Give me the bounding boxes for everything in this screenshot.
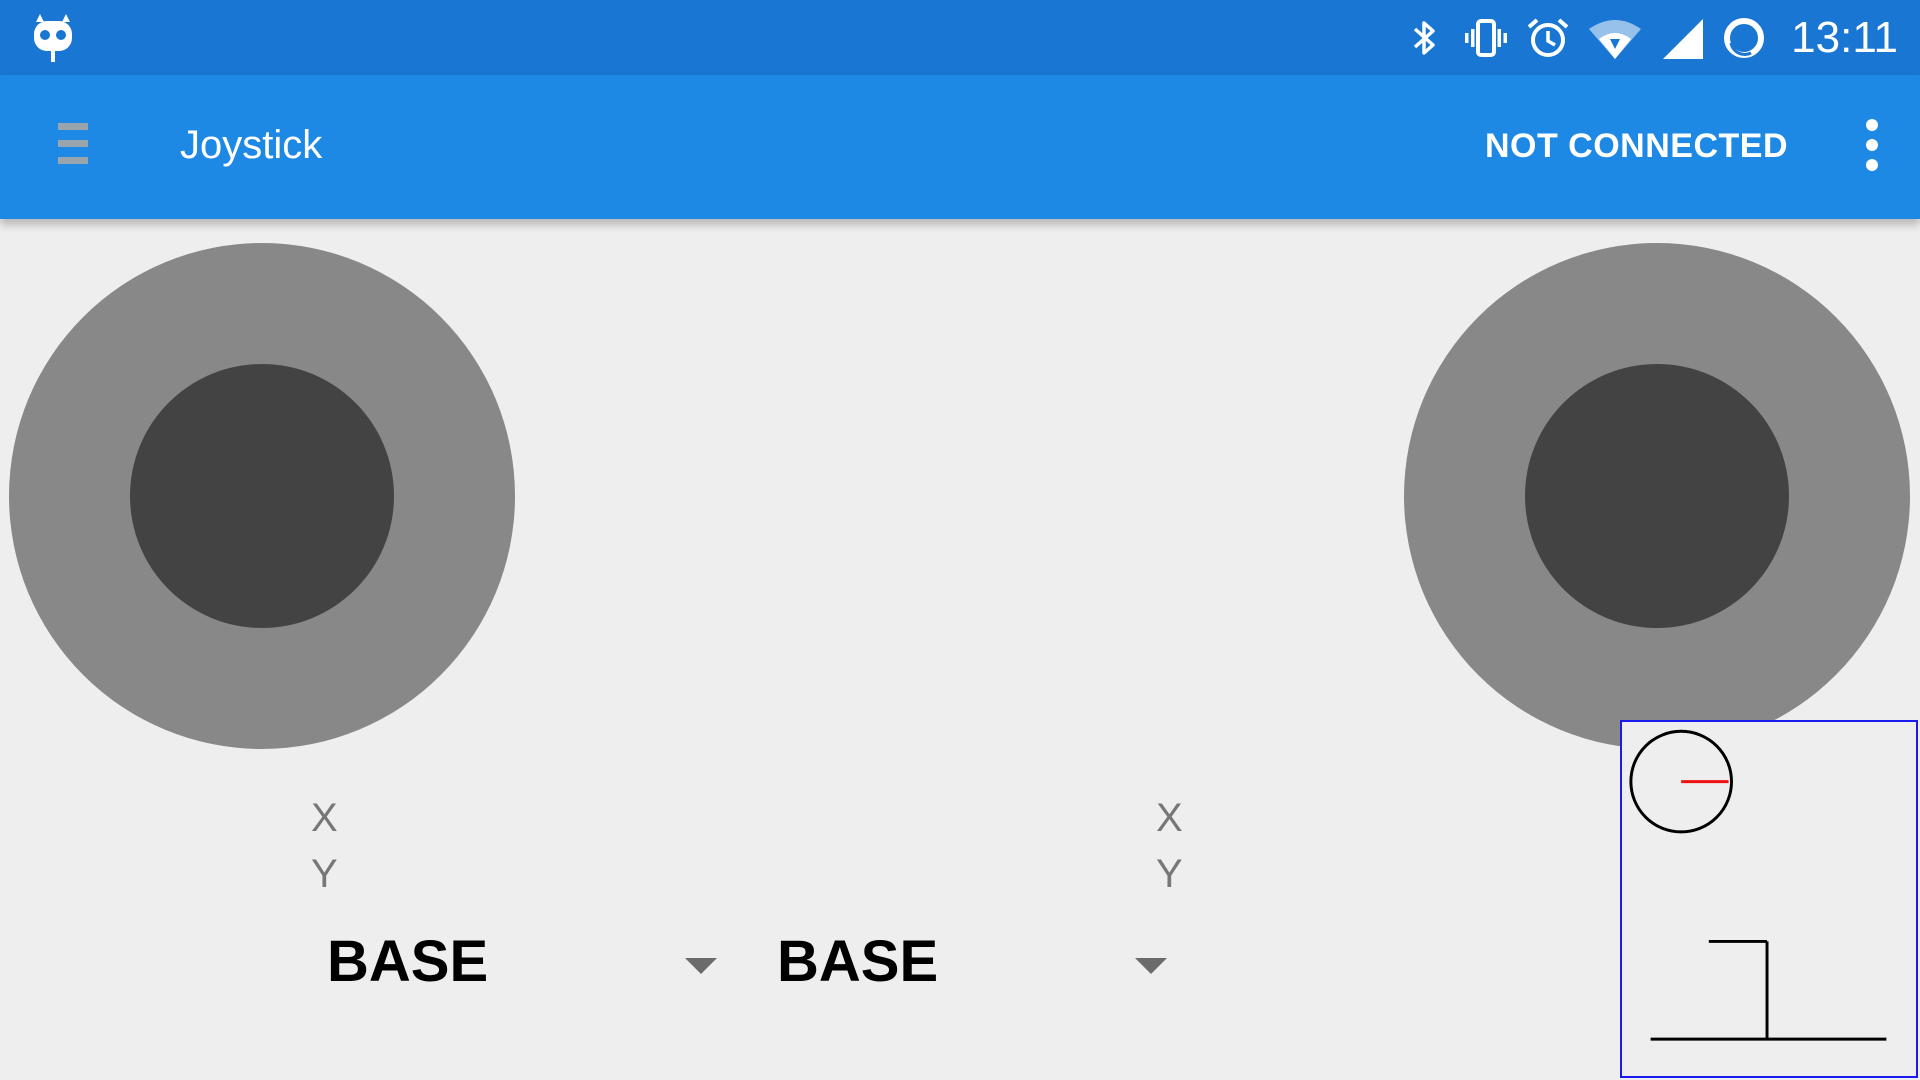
right-joystick-knob[interactable]: [1525, 364, 1789, 628]
left-joystick[interactable]: [9, 243, 515, 749]
right-joystick[interactable]: [1404, 243, 1910, 749]
hamburger-menu-icon[interactable]: [52, 119, 96, 175]
alarm-icon: [1525, 15, 1571, 61]
chevron-down-icon: [685, 958, 717, 974]
right-x-label: X: [1156, 796, 1183, 840]
page-title: Joystick: [180, 123, 323, 167]
left-joystick-knob[interactable]: [130, 364, 394, 628]
cyanogen-robot-icon: [30, 12, 76, 64]
right-y-label: Y: [1156, 852, 1183, 896]
status-icons: 13:11: [1401, 10, 1898, 66]
left-mode-dropdown[interactable]: BASE: [327, 924, 717, 1004]
left-x-label: X: [311, 796, 338, 840]
left-mode-value: BASE: [327, 929, 489, 994]
status-bar: 13:11: [0, 0, 1920, 75]
left-y-label: Y: [311, 852, 338, 896]
bluetooth-icon: [1401, 15, 1447, 61]
sync-circle-icon: [1721, 15, 1767, 61]
vibrate-icon: [1463, 15, 1509, 61]
chevron-down-icon: [1135, 958, 1167, 974]
wifi-icon: [1587, 15, 1643, 61]
right-mode-value: BASE: [777, 929, 939, 994]
connection-status-button[interactable]: NOT CONNECTED: [1485, 127, 1788, 166]
more-vert-icon[interactable]: [1860, 119, 1884, 175]
app-bar: Joystick NOT CONNECTED: [0, 75, 1920, 219]
cell-signal-icon: [1659, 15, 1705, 61]
clock: 13:11: [1791, 13, 1898, 62]
right-mode-dropdown[interactable]: BASE: [777, 924, 1167, 1004]
arm-diagram: [1629, 729, 1887, 1041]
app-screen: 13:11 Joystick NOT CONNECTED X Y X Y BAS…: [0, 0, 1920, 1080]
robot-arm-visualization: [1620, 720, 1918, 1078]
